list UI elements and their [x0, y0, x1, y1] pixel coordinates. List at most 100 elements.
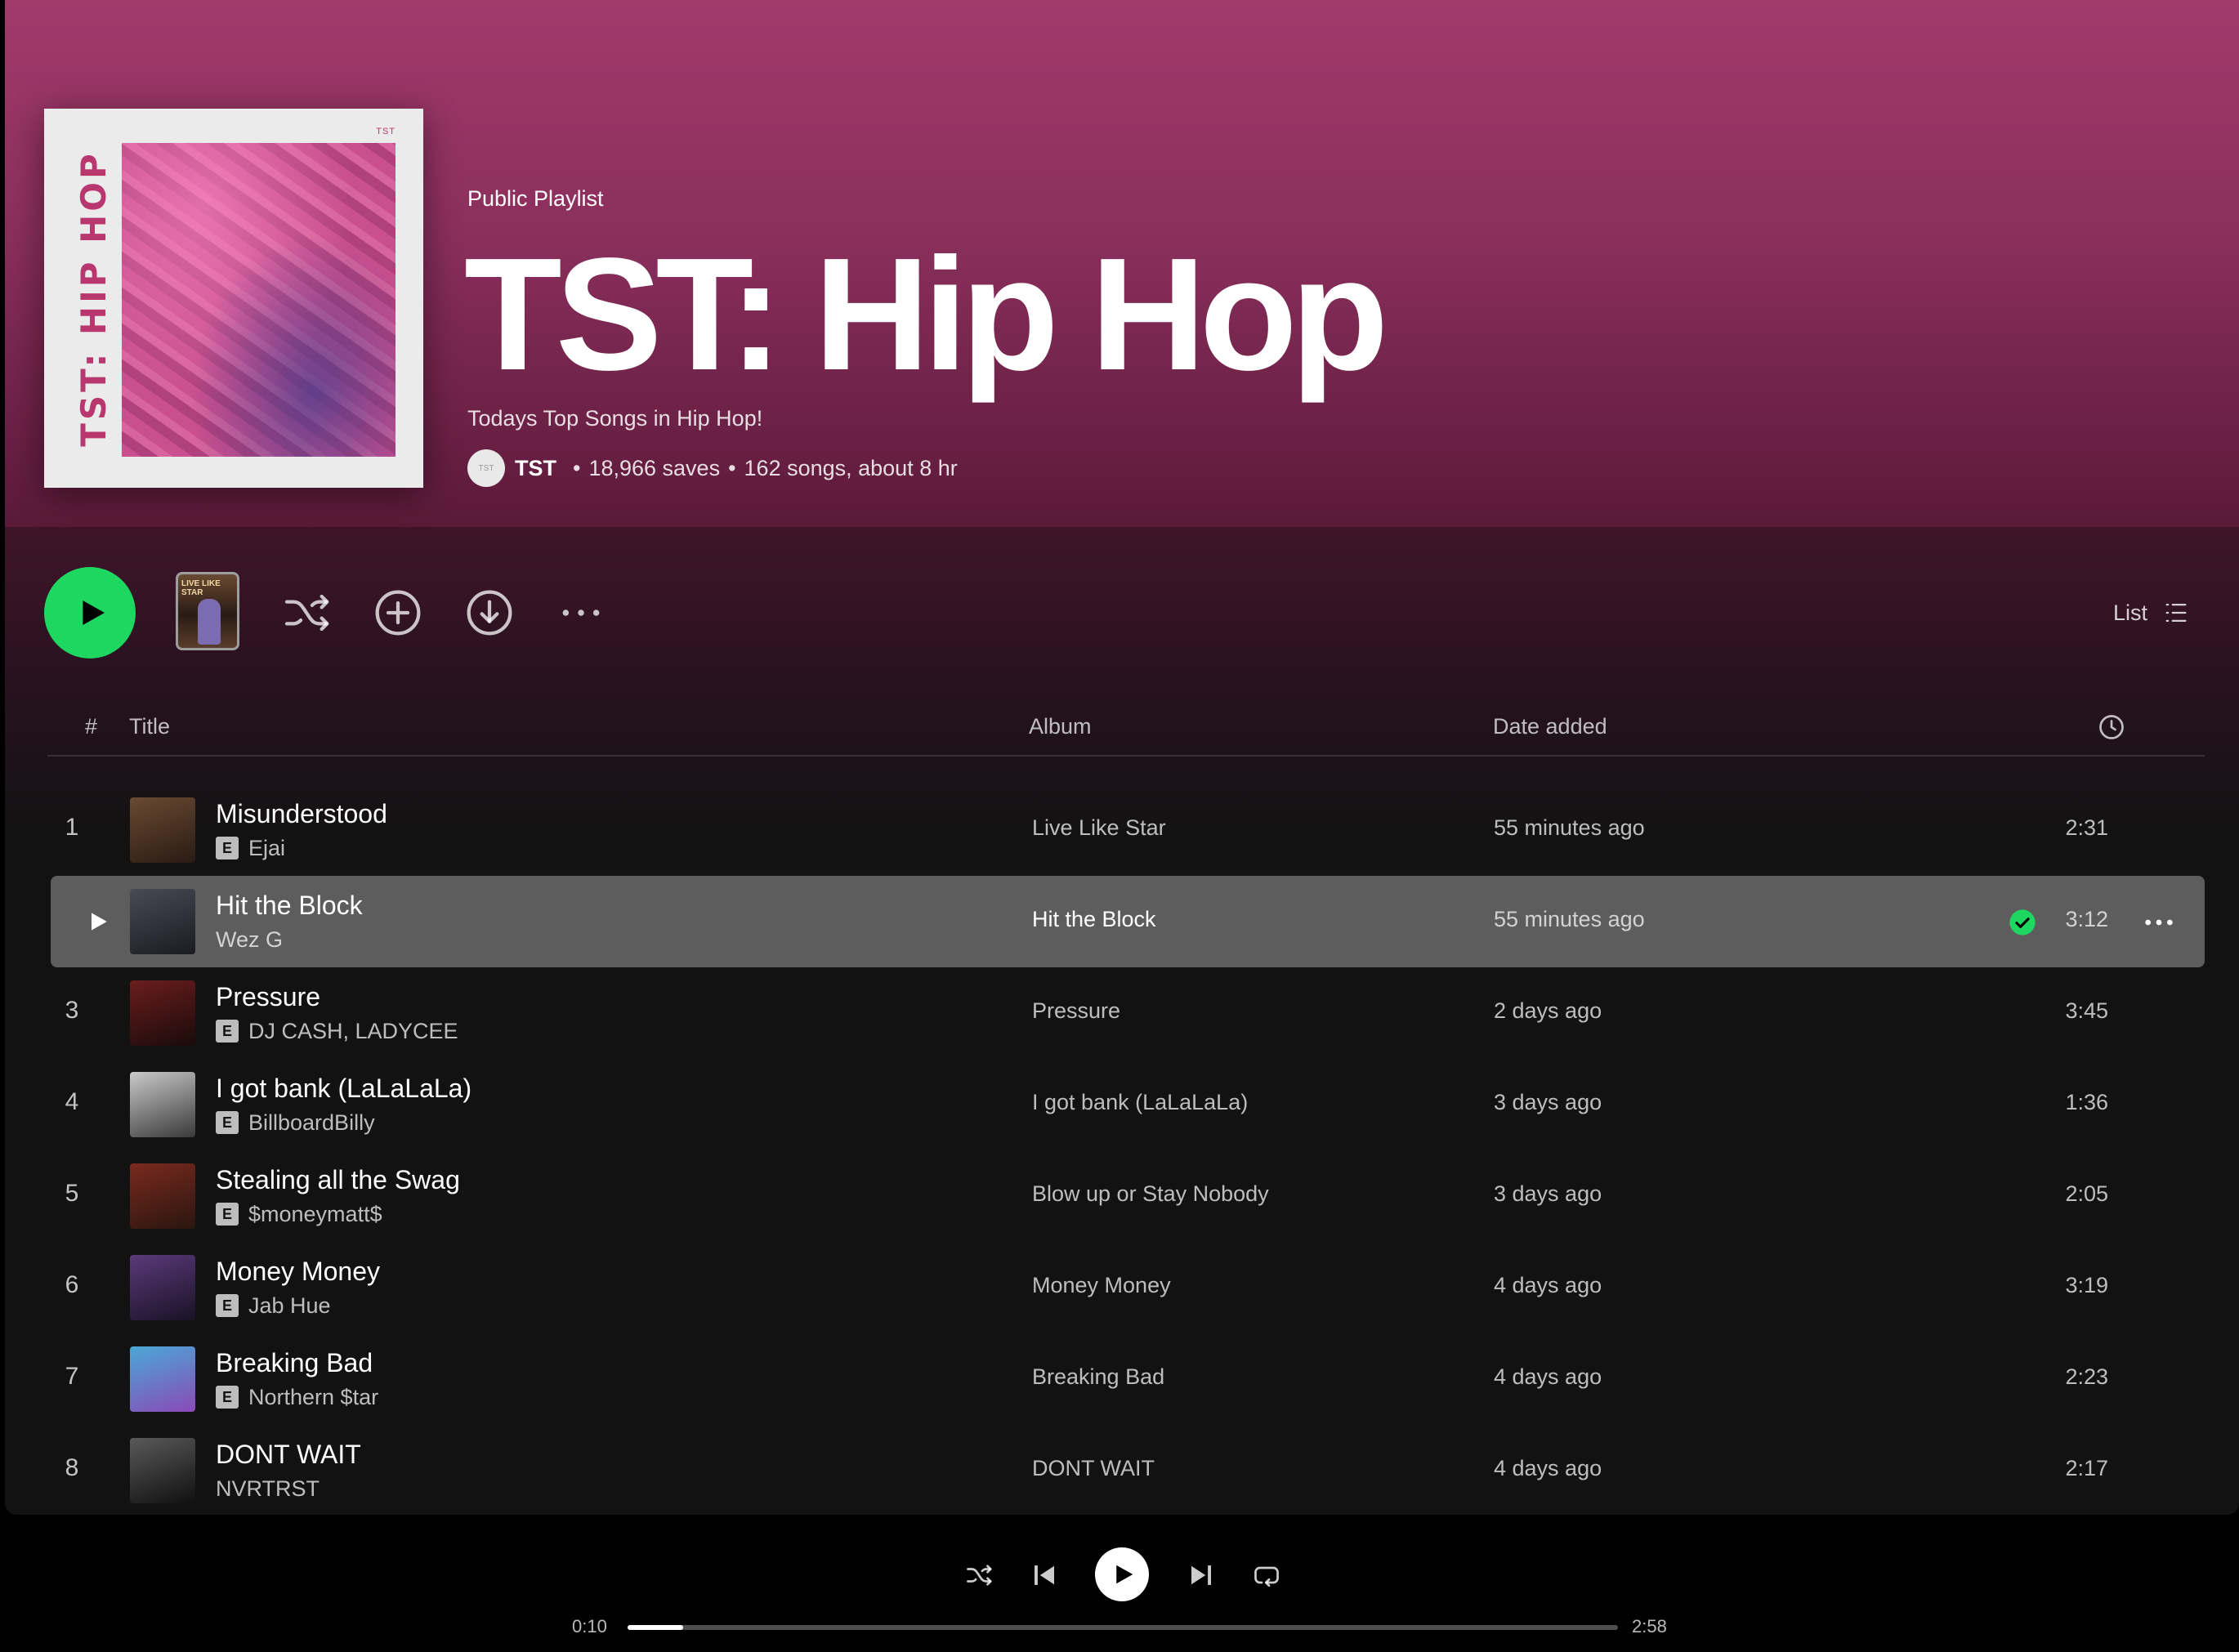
player-shuffle-button[interactable]	[963, 1559, 995, 1592]
action-bar: LIVE LIKE STAR List	[5, 564, 2239, 662]
progress-row: 0:10 2:58	[0, 1614, 2239, 1639]
play-icon	[83, 601, 105, 625]
track-row[interactable]: 8 DONT WAIT NVRTRST DONT WAIT 4 days ago…	[51, 1425, 2205, 1515]
cover-title: TST: HIP HOP	[73, 150, 114, 447]
track-artist: E Jab Hue	[216, 1293, 331, 1319]
artist-link[interactable]: NVRTRST	[216, 1476, 320, 1502]
owner-avatar[interactable]: TST	[467, 449, 505, 487]
current-time: 0:10	[572, 1616, 607, 1636]
view-toggle[interactable]: List	[2113, 593, 2190, 632]
tracklist-header: # Title Album Date added	[47, 704, 2205, 757]
shuffle-icon	[284, 594, 329, 632]
row-more-icon[interactable]	[2143, 909, 2175, 936]
track-title[interactable]: I got bank (LaLaLaLa)	[216, 1074, 471, 1104]
track-duration: 3:12	[2065, 907, 2108, 931]
player-play-button[interactable]	[1095, 1547, 1149, 1601]
playlist-meta: TST TST • 18,966 saves • 162 songs, abou…	[467, 448, 958, 489]
track-duration: 2:17	[2065, 1456, 2108, 1480]
playback-controls	[0, 1543, 2239, 1608]
artist-link[interactable]: Ejai	[248, 836, 285, 861]
playlist-type: Public Playlist	[467, 186, 604, 211]
progress-bar[interactable]	[628, 1625, 1618, 1630]
track-thumbnail	[130, 797, 195, 863]
track-date-added: 3 days ago	[1494, 1090, 1602, 1114]
track-album[interactable]: Blow up or Stay Nobody	[1032, 1181, 1269, 1207]
repeat-button[interactable]	[1250, 1559, 1283, 1592]
cover-art	[122, 143, 396, 457]
track-album[interactable]: Breaking Bad	[1032, 1364, 1164, 1390]
artist-link[interactable]: Northern $tar	[248, 1385, 378, 1410]
shuffle-button[interactable]	[279, 585, 334, 641]
next-button[interactable]	[1185, 1559, 1218, 1592]
track-title[interactable]: Stealing all the Swag	[216, 1165, 460, 1195]
preview-cover-button[interactable]: LIVE LIKE STAR	[176, 572, 239, 650]
track-row[interactable]: 1 Misunderstood E Ejai Live Like Star 55 …	[51, 784, 2205, 876]
explicit-badge: E	[216, 1020, 239, 1043]
column-duration[interactable]	[2097, 712, 2126, 742]
track-number: 1	[65, 814, 79, 841]
track-date-added: 4 days ago	[1494, 1273, 1602, 1297]
track-duration: 2:31	[2065, 815, 2108, 840]
more-options-button[interactable]	[553, 585, 609, 641]
explicit-badge: E	[216, 837, 239, 859]
column-date-added[interactable]: Date added	[1493, 714, 1607, 739]
track-album[interactable]: I got bank (LaLaLaLa)	[1032, 1090, 1248, 1115]
track-row[interactable]: Hit the Block Wez G Hit the Block 55 min…	[51, 876, 2205, 967]
view-label: List	[2112, 600, 2147, 625]
owner-link[interactable]: TST	[515, 456, 556, 481]
track-album[interactable]: Pressure	[1032, 998, 1120, 1024]
play-icon[interactable]	[85, 909, 111, 935]
track-artist: E DJ CASH, LADYCEE	[216, 1018, 458, 1044]
saves-count: 18,966 saves	[588, 455, 721, 480]
artist-link[interactable]: Wez G	[216, 927, 283, 953]
track-title[interactable]: Breaking Bad	[216, 1348, 373, 1378]
previous-icon	[1035, 1565, 1054, 1585]
track-duration: 3:19	[2065, 1273, 2108, 1297]
track-row[interactable]: 4 I got bank (LaLaLaLa) E BillboardBilly …	[51, 1059, 2205, 1150]
track-date-added: 55 minutes ago	[1494, 815, 1645, 840]
track-number: 3	[65, 997, 79, 1024]
column-number: #	[85, 714, 98, 739]
clock-icon	[2099, 715, 2124, 739]
shuffle-icon	[967, 1565, 992, 1586]
cover-small-text: TST	[376, 127, 396, 136]
track-artist: E $moneymatt$	[216, 1201, 382, 1227]
previous-button[interactable]	[1028, 1559, 1061, 1592]
artist-link[interactable]: Jab Hue	[248, 1293, 331, 1319]
track-row[interactable]: 6 Money Money E Jab Hue Money Money 4 day…	[51, 1242, 2205, 1333]
track-artist: E Northern $tar	[216, 1384, 378, 1410]
download-button[interactable]	[462, 585, 517, 641]
track-title[interactable]: DONT WAIT	[216, 1440, 361, 1470]
track-title[interactable]: Pressure	[216, 982, 320, 1012]
preview-cover-text: LIVE LIKE STAR	[181, 579, 221, 597]
track-row[interactable]: 3 Pressure E DJ CASH, LADYCEE Pressure 2 …	[51, 967, 2205, 1059]
track-artist: E BillboardBilly	[216, 1110, 375, 1136]
saved-check-icon[interactable]	[2009, 909, 2036, 936]
play-button[interactable]	[44, 567, 136, 659]
artist-link[interactable]: $moneymatt$	[248, 1202, 382, 1227]
track-title[interactable]: Hit the Block	[216, 891, 363, 921]
progress-fill	[628, 1625, 683, 1630]
artist-link[interactable]: BillboardBilly	[248, 1110, 375, 1136]
track-artist: Wez G	[216, 926, 283, 953]
add-circle-icon	[375, 590, 421, 636]
add-to-library-button[interactable]	[370, 585, 426, 641]
column-album[interactable]: Album	[1029, 714, 1092, 739]
track-row[interactable]: 5 Stealing all the Swag E $moneymatt$ Blo…	[51, 1150, 2205, 1242]
track-album[interactable]: Live Like Star	[1032, 815, 1166, 841]
track-album[interactable]: Money Money	[1032, 1273, 1171, 1298]
track-date-added: 3 days ago	[1494, 1181, 1602, 1206]
track-thumbnail	[130, 1163, 195, 1229]
track-row[interactable]: 7 Breaking Bad E Northern $tar Breaking B…	[51, 1333, 2205, 1425]
track-album[interactable]: DONT WAIT	[1032, 1456, 1155, 1481]
track-title[interactable]: Misunderstood	[216, 799, 387, 829]
track-number: 8	[65, 1454, 79, 1481]
track-title[interactable]: Money Money	[216, 1257, 380, 1287]
playlist-title: TST: Hip Hop	[464, 225, 1388, 404]
column-title[interactable]: Title	[129, 714, 170, 739]
repeat-icon	[1254, 1566, 1279, 1587]
track-album[interactable]: Hit the Block	[1032, 907, 1156, 932]
track-date-added: 4 days ago	[1494, 1364, 1602, 1389]
artist-link[interactable]: DJ CASH, LADYCEE	[248, 1019, 458, 1044]
track-duration: 3:45	[2065, 998, 2108, 1023]
